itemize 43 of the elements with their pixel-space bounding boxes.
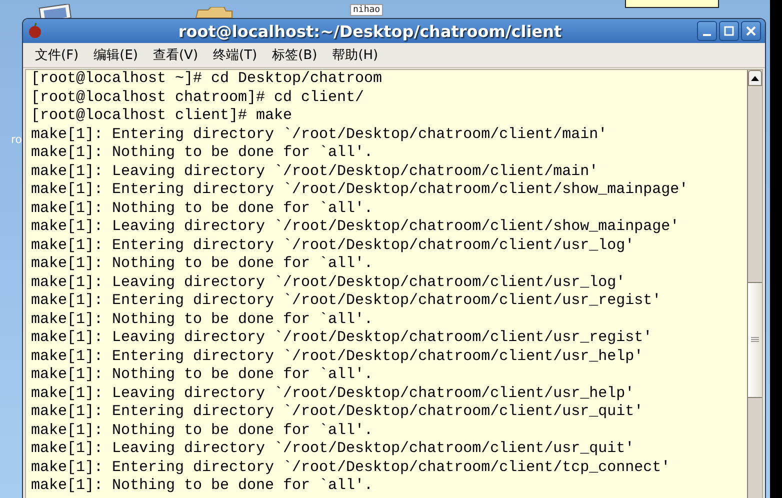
menu-item[interactable]: 标签(B)	[266, 46, 326, 64]
terminal-line: make[1]: Leaving directory `/root/Desktop/chatroom/client/usr_regist'	[31, 329, 654, 348]
terminal-line: [root@localhost client]# make	[31, 107, 294, 126]
terminal-line: make[1]: Entering directory `/root/Desktop/chatroom/client/usr_quit'	[31, 403, 644, 422]
grip-icon	[751, 337, 759, 343]
scrollbar-thumb[interactable]	[748, 282, 762, 398]
terminal-line: make[1]: Nothing to be done for `all'.	[31, 310, 374, 329]
close-icon	[746, 26, 756, 36]
minimize-icon	[703, 34, 711, 36]
menu-item[interactable]: 文件(F)	[29, 46, 88, 64]
close-button[interactable]	[741, 21, 761, 41]
terminal-line: [root@localhost chatroom]# cd client/	[31, 88, 366, 107]
up-arrow-icon	[751, 76, 759, 80]
terminal-line: make[1]: Leaving directory `/root/Desktop/chatroom/client/main'	[31, 162, 600, 181]
terminal-line: make[1]: Nothing to be done for `all'.	[31, 422, 374, 440]
terminal-line: make[1]: Entering directory `/root/Desktop/chatroom/client/usr_log'	[31, 236, 636, 255]
terminal-line: make[1]: Leaving directory `/root/Desktop/chatroom/client/show_mainpage'	[31, 218, 680, 236]
terminal-line: make[1]: Leaving directory `/root/Desktop/chatroom/client/usr_help'	[31, 384, 636, 403]
terminal-line: make[1]: Nothing to be done for `all'.	[31, 477, 374, 496]
apple-icon	[27, 23, 43, 39]
terminal-line: make[1]: Entering directory `/root/Desktop/chatroom/client/show_mainpage'	[31, 181, 690, 200]
menu-item[interactable]: 编辑(E)	[88, 46, 147, 64]
terminal-line: make[1]: Nothing to be done for `all'.	[31, 366, 374, 384]
terminal-line: make[1]: Leaving directory `/root/Desktop/chatroom/client/usr_quit'	[31, 440, 636, 458]
scroll-up-button[interactable]	[748, 70, 762, 86]
terminal-line: make[1]: Entering directory `/root/Desktop/chatroom/client/tcp_connect'	[31, 458, 672, 477]
minimize-button[interactable]	[697, 21, 717, 41]
maximize-button[interactable]	[719, 21, 739, 41]
terminal-line: make[1]: Leaving directory `/root/Desktop/chatroom/client/usr_log'	[31, 274, 626, 292]
menu-item[interactable]: 查看(V)	[146, 46, 208, 64]
terminal-line: make[1]: Entering directory `/root/Desktop/chatroom/client/main'	[31, 126, 608, 144]
maximize-icon	[724, 26, 734, 36]
terminal-line: [root@localhost ~]# cd Desktop/chatroom	[31, 70, 384, 88]
terminal-line: make[1]: Entering directory `/root/Desktop/chatroom/client/usr_regist'	[31, 292, 662, 310]
scrollbar[interactable]	[747, 70, 762, 498]
terminal-line: make[1]: Entering directory `/root/Desktop/chatroom/client/usr_help'	[31, 348, 644, 366]
menu-item[interactable]: 帮助(H)	[326, 46, 388, 64]
menu-item[interactable]: 终端(T)	[207, 46, 266, 64]
file-icon-label[interactable]: nihao	[350, 4, 384, 16]
terminal-line: make[1]: Nothing to be done for `all'.	[31, 200, 374, 218]
terminal-line: make[1]: Nothing to be done for `all'.	[31, 144, 374, 162]
window-title: root@localhost:~/Desktop/chatroom/client	[177, 22, 563, 40]
terminal-line: make[1]: Nothing to be done for `all'.	[31, 255, 374, 274]
